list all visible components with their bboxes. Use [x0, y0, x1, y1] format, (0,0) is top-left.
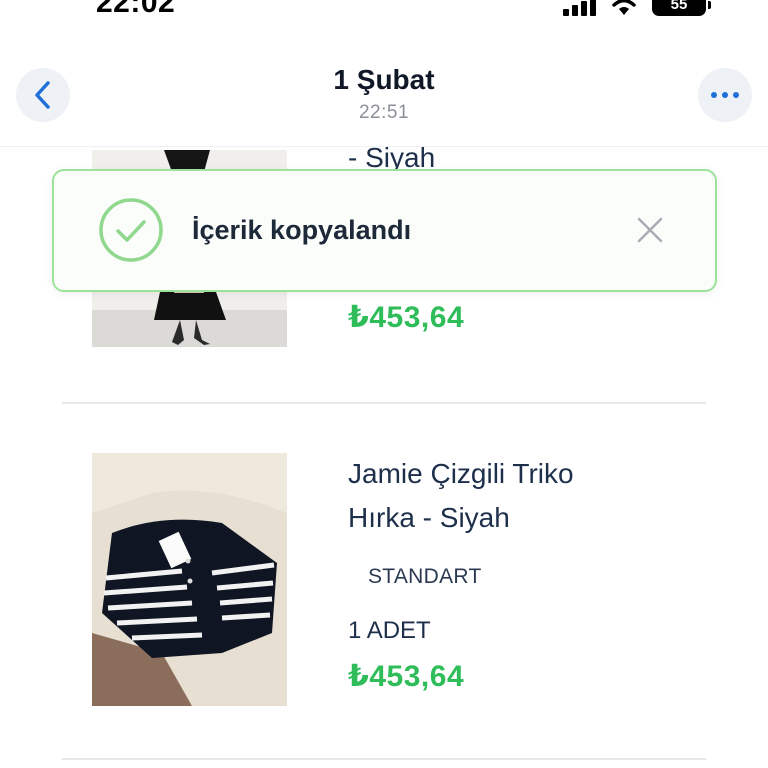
status-time: 22:02	[96, 0, 176, 19]
check-circle-icon	[99, 198, 163, 262]
product-quantity: 1 ADET	[348, 617, 431, 644]
battery-icon: 55	[652, 0, 711, 16]
product-name-line2: Hırka - Siyah	[348, 502, 510, 533]
status-icons: 55	[563, 0, 711, 16]
more-dot-icon	[711, 92, 717, 98]
product-name-line1: Jamie Çizgili Triko	[348, 458, 574, 489]
toast-message: İçerik kopyalandı	[192, 215, 412, 245]
item-divider	[62, 402, 706, 404]
more-options-button[interactable]	[698, 68, 752, 122]
more-dot-icon	[733, 92, 739, 98]
product-image[interactable]	[92, 453, 287, 706]
item-divider	[62, 758, 706, 760]
page-title: 1 Şubat	[333, 64, 435, 95]
product-variant: STANDART	[368, 565, 482, 588]
more-dot-icon	[722, 92, 728, 98]
copy-toast: İçerik kopyalandı	[52, 169, 717, 292]
product-price: ₺453,64	[348, 301, 465, 334]
product-price: ₺453,64	[348, 660, 465, 693]
cellular-signal-icon	[563, 0, 596, 16]
close-icon[interactable]	[635, 215, 665, 245]
page-subtitle-time: 22:51	[358, 102, 410, 123]
wifi-icon	[612, 0, 636, 15]
